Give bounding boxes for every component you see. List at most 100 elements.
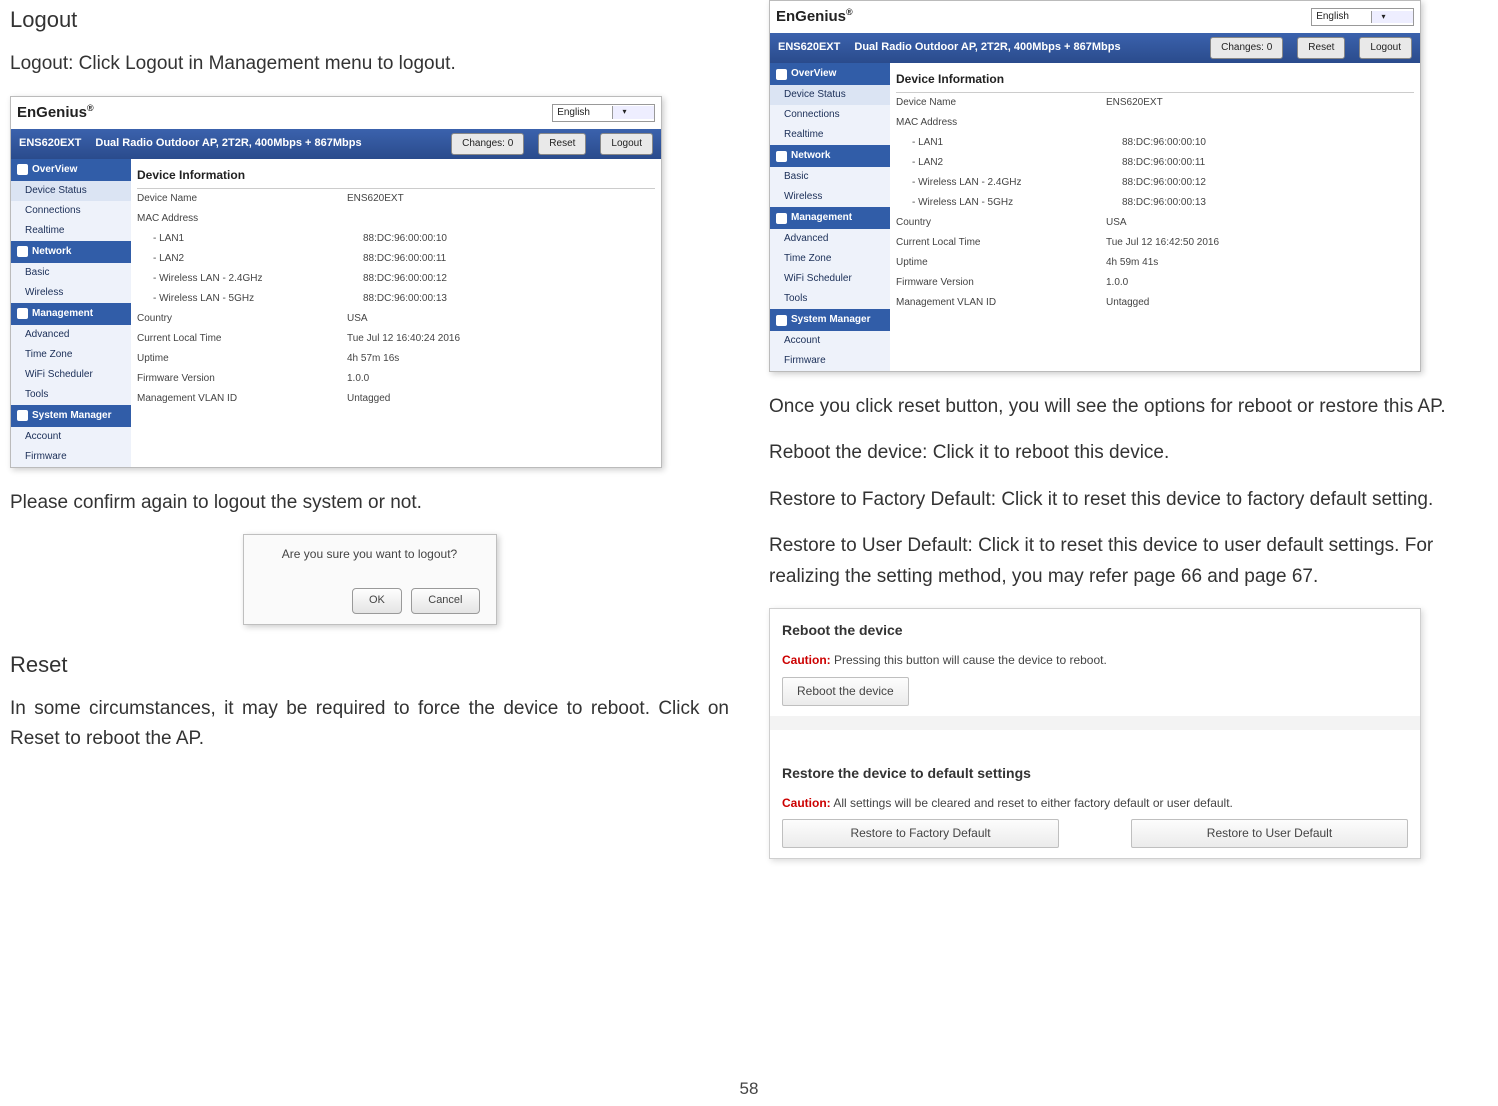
heading-logout: Logout [10, 2, 729, 37]
share-icon [776, 151, 787, 162]
device-info-row: - Wireless LAN - 5GHz88:DC:96:00:00:13 [896, 193, 1414, 213]
sidebar-item-tools[interactable]: Tools [11, 385, 131, 405]
sidebar-item-wireless[interactable]: Wireless [770, 187, 890, 207]
sidebar-section-network[interactable]: Network [11, 241, 131, 263]
brand-logo: EnGenius® [776, 5, 853, 29]
device-info-row: Current Local TimeTue Jul 12 16:42:50 20… [896, 233, 1414, 253]
device-info-label: Management VLAN ID [137, 391, 347, 407]
sidebar-item-wireless[interactable]: Wireless [11, 283, 131, 303]
sidebar-item-advanced[interactable]: Advanced [11, 325, 131, 345]
sidebar-item-advanced[interactable]: Advanced [770, 229, 890, 249]
device-info-rows-right: Device NameENS620EXTMAC Address- LAN188:… [896, 93, 1414, 313]
sidebar-section-overview[interactable]: OverView [11, 159, 131, 181]
dialog-ok-button[interactable]: OK [352, 588, 402, 614]
chevron-down-icon: ▾ [612, 106, 654, 119]
device-info-label: - Wireless LAN - 5GHz [137, 291, 363, 307]
restore-user-button[interactable]: Restore to User Default [1131, 819, 1408, 848]
panel-restore-heading: Restore the device to default settings [770, 752, 1420, 794]
device-info-row: Uptime4h 59m 41s [896, 253, 1414, 273]
device-info-label: Uptime [896, 255, 1106, 271]
panel-restore-caution: Caution: All settings will be cleared an… [770, 794, 1420, 819]
sidebar-item-wifi-scheduler[interactable]: WiFi Scheduler [11, 365, 131, 385]
device-info-label: MAC Address [137, 211, 347, 227]
sidebar-item-tools[interactable]: Tools [770, 289, 890, 309]
device-info-label: Device Name [896, 95, 1106, 111]
sidebar-item-firmware[interactable]: Firmware [770, 351, 890, 371]
panel-reboot-heading: Reboot the device [770, 609, 1420, 651]
device-info-value: Tue Jul 12 16:40:24 2016 [347, 331, 655, 347]
device-info-rows-left: Device NameENS620EXTMAC Address- LAN188:… [137, 189, 655, 409]
sidebar-item-account[interactable]: Account [11, 427, 131, 447]
device-model: ENS620EXT [19, 135, 81, 153]
panel-reboot-caution: Caution: Pressing this button will cause… [770, 651, 1420, 676]
sidebar-item-device-status[interactable]: Device Status [770, 85, 890, 105]
device-info-row: Current Local TimeTue Jul 12 16:40:24 20… [137, 329, 655, 349]
sidebar-item-firmware[interactable]: Firmware [11, 447, 131, 467]
device-info-value: Untagged [347, 391, 655, 407]
sidebar-section-system[interactable]: System Manager [770, 309, 890, 331]
reboot-restore-panel: Reboot the device Caution: Pressing this… [769, 608, 1421, 860]
device-info-value: 88:DC:96:00:00:10 [363, 231, 655, 247]
sidebar-item-basic[interactable]: Basic [770, 167, 890, 187]
text-logout-desc: Logout: Click Logout in Management menu … [10, 49, 729, 79]
sidebar-section-network[interactable]: Network [770, 145, 890, 167]
text-reboot-device: Reboot the device: Click it to reboot th… [769, 438, 1488, 468]
device-info-value: 88:DC:96:00:00:10 [1122, 135, 1414, 151]
device-subtitle: Dual Radio Outdoor AP, 2T2R, 400Mbps + 8… [95, 135, 361, 153]
logout-button[interactable]: Logout [1359, 37, 1412, 59]
sidebar-item-time-zone[interactable]: Time Zone [11, 345, 131, 365]
device-info-value: Tue Jul 12 16:42:50 2016 [1106, 235, 1414, 251]
changes-button[interactable]: Changes: 0 [451, 133, 524, 155]
device-info-label: - LAN2 [137, 251, 363, 267]
gear-icon [17, 164, 28, 175]
sidebar-item-basic[interactable]: Basic [11, 263, 131, 283]
sidebar-item-realtime[interactable]: Realtime [770, 125, 890, 145]
reboot-device-button[interactable]: Reboot the device [782, 677, 909, 706]
sidebar-item-account[interactable]: Account [770, 331, 890, 351]
page-number: 58 [0, 1075, 1498, 1102]
dialog-cancel-button[interactable]: Cancel [411, 588, 479, 614]
logout-button[interactable]: Logout [600, 133, 653, 155]
device-info-heading: Device Information [137, 163, 655, 189]
chevron-down-icon: ▾ [1371, 11, 1413, 24]
sidebar-section-system[interactable]: System Manager [11, 405, 131, 427]
language-select[interactable]: English ▾ [552, 104, 655, 122]
sidebar-section-management[interactable]: Management [11, 303, 131, 325]
user-icon [17, 410, 28, 421]
dialog-message: Are you sure you want to logout? [260, 545, 480, 564]
device-info-value: 88:DC:96:00:00:12 [1122, 175, 1414, 191]
brand-logo: EnGenius® [17, 101, 94, 125]
sidebar-section-overview[interactable]: OverView [770, 63, 890, 85]
text-restore-factory: Restore to Factory Default: Click it to … [769, 485, 1488, 515]
device-info-label: Firmware Version [896, 275, 1106, 291]
device-info-value [347, 211, 655, 227]
device-info-row: - Wireless LAN - 5GHz88:DC:96:00:00:13 [137, 289, 655, 309]
sidebar-item-wifi-scheduler[interactable]: WiFi Scheduler [770, 269, 890, 289]
sidebar-item-realtime[interactable]: Realtime [11, 221, 131, 241]
device-info-label: - LAN2 [896, 155, 1122, 171]
device-info-row: - LAN188:DC:96:00:00:10 [137, 229, 655, 249]
reset-button[interactable]: Reset [538, 133, 586, 155]
gear-icon [776, 213, 787, 224]
sidebar-item-connections[interactable]: Connections [770, 105, 890, 125]
device-info-value: 88:DC:96:00:00:11 [1122, 155, 1414, 171]
device-info-value [1106, 115, 1414, 131]
sidebar-item-device-status[interactable]: Device Status [11, 181, 131, 201]
restore-factory-button[interactable]: Restore to Factory Default [782, 819, 1059, 848]
text-reset-desc: In some circumstances, it may be require… [10, 694, 729, 755]
sidebar-section-management[interactable]: Management [770, 207, 890, 229]
device-info-heading: Device Information [896, 67, 1414, 93]
admin-screenshot-right: EnGenius® English ▾ ENS620EXT Dual Radio… [769, 0, 1421, 372]
device-info-value: 1.0.0 [1106, 275, 1414, 291]
device-info-value: 88:DC:96:00:00:13 [1122, 195, 1414, 211]
reset-button[interactable]: Reset [1297, 37, 1345, 59]
sidebar-item-connections[interactable]: Connections [11, 201, 131, 221]
changes-button[interactable]: Changes: 0 [1210, 37, 1283, 59]
language-select[interactable]: English ▾ [1311, 8, 1414, 26]
share-icon [17, 246, 28, 257]
logout-confirm-dialog: Are you sure you want to logout? OK Canc… [243, 534, 497, 625]
device-info-label: Firmware Version [137, 371, 347, 387]
heading-reset: Reset [10, 647, 729, 682]
device-info-value: 88:DC:96:00:00:13 [363, 291, 655, 307]
sidebar-item-time-zone[interactable]: Time Zone [770, 249, 890, 269]
